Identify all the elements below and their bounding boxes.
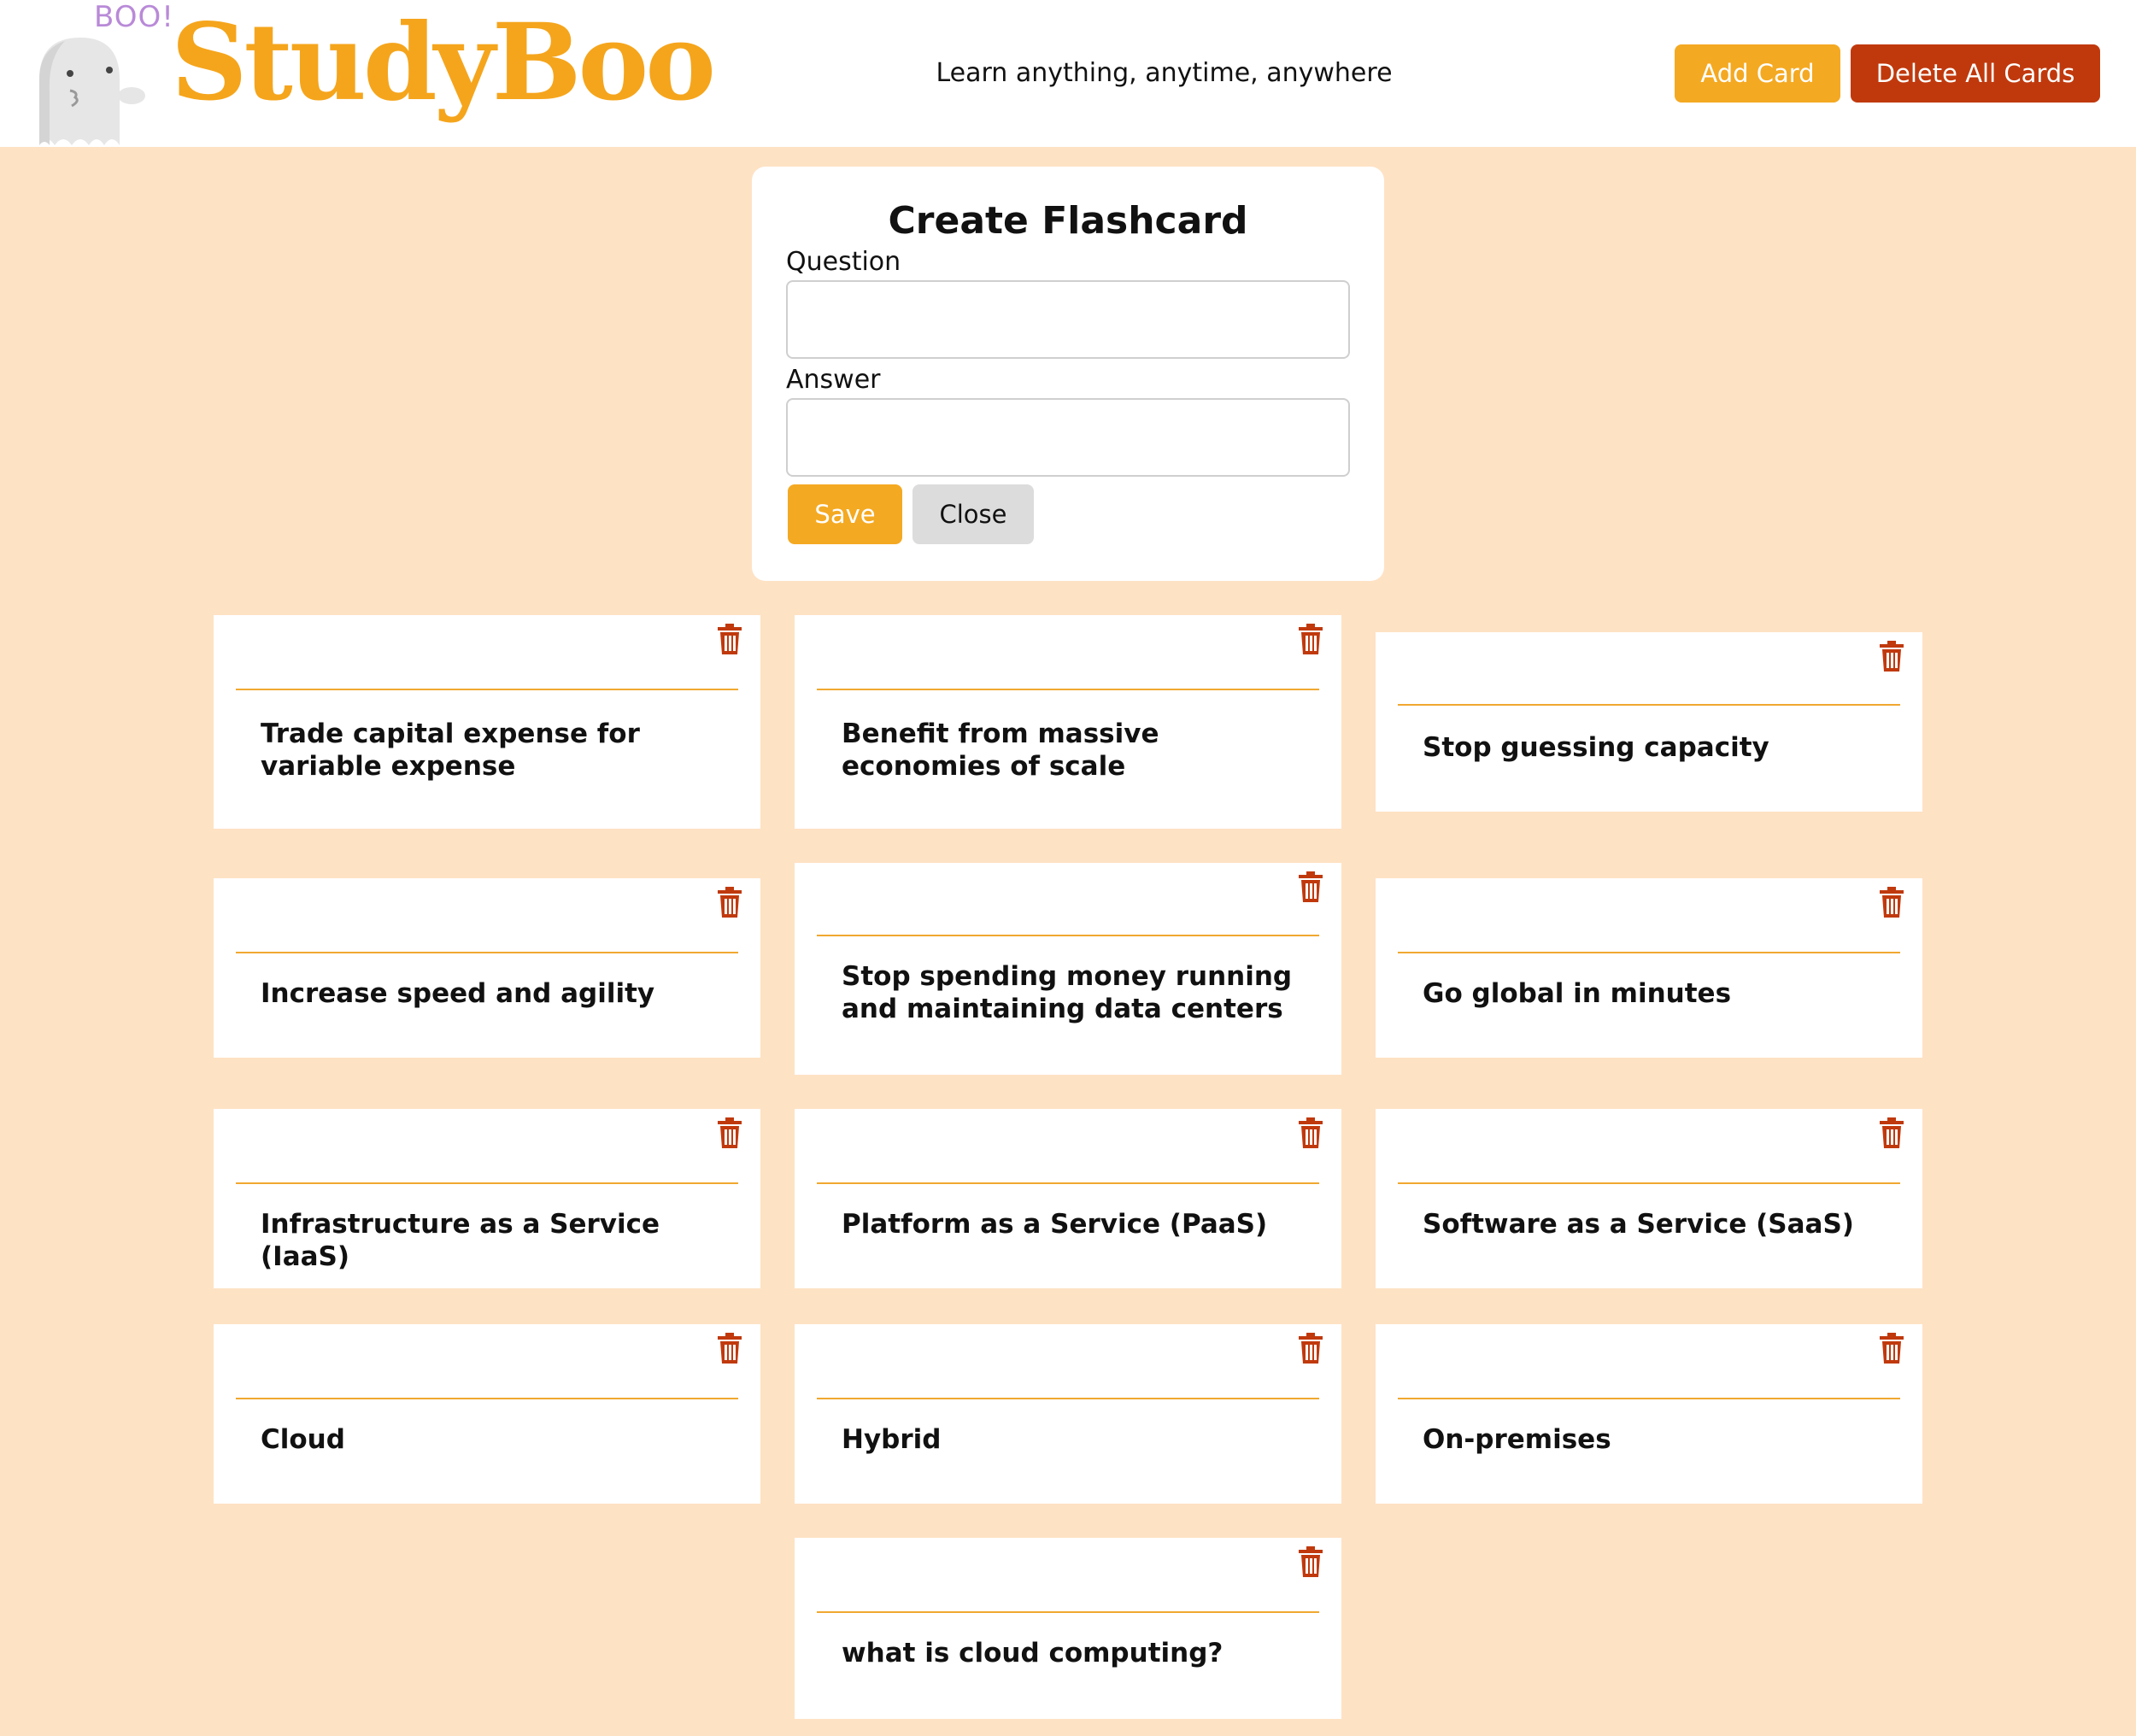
card-divider [817, 1182, 1319, 1184]
trash-icon[interactable] [1297, 624, 1324, 654]
card-divider [817, 689, 1319, 690]
trash-icon[interactable] [1297, 1333, 1324, 1364]
trash-icon[interactable] [1878, 887, 1905, 918]
flashcard[interactable]: Stop guessing capacity [1376, 632, 1922, 812]
trash-icon[interactable] [1297, 1546, 1324, 1577]
close-button[interactable]: Close [912, 484, 1034, 544]
flashcard-answer: Go global in minutes [1423, 978, 1732, 1009]
flashcard-answer: Increase speed and agility [261, 978, 655, 1009]
trash-icon[interactable] [716, 1117, 743, 1148]
trash-icon[interactable] [716, 887, 743, 918]
flashcard[interactable]: On-premises [1376, 1324, 1922, 1504]
card-divider [236, 1398, 738, 1399]
flashcard-answer: Cloud [261, 1424, 345, 1455]
app-header: BOO! StudyBoo Learn anything, anytime, a… [0, 0, 2136, 147]
flashcard-answer: Benefit from massive economies of scale [842, 718, 1159, 782]
flashcard-answer: Stop spending money running and maintain… [842, 961, 1293, 1024]
flashcard[interactable]: Cloud [214, 1324, 760, 1504]
card-divider [817, 935, 1319, 936]
card-divider [236, 952, 738, 953]
flashcard-answer: Hybrid [842, 1424, 942, 1455]
card-divider [1398, 952, 1900, 953]
card-divider [236, 1182, 738, 1184]
delete-all-cards-button[interactable]: Delete All Cards [1851, 44, 2100, 103]
flashcard-answer: Platform as a Service (PaaS) [842, 1209, 1268, 1240]
flashcard-answer: Infrastructure as a Service (IaaS) [261, 1209, 660, 1272]
trash-icon[interactable] [1297, 871, 1324, 902]
flashcard-answer: what is cloud computing? [842, 1638, 1224, 1669]
create-flashcard-modal: Create Flashcard Question Answer Save Cl… [752, 167, 1384, 581]
flashcard[interactable]: Trade capital expense for variable expen… [214, 615, 760, 829]
trash-icon[interactable] [1297, 1117, 1324, 1148]
flashcard[interactable]: what is cloud computing? [795, 1538, 1341, 1719]
save-button[interactable]: Save [788, 484, 902, 544]
trash-icon[interactable] [716, 624, 743, 654]
card-divider [1398, 1182, 1900, 1184]
ghost-icon [39, 38, 145, 145]
flashcard[interactable]: Hybrid [795, 1324, 1341, 1504]
trash-icon[interactable] [716, 1333, 743, 1364]
trash-icon[interactable] [1878, 641, 1905, 672]
card-divider [236, 689, 738, 690]
flashcard[interactable]: Infrastructure as a Service (IaaS) [214, 1109, 760, 1288]
flashcard-answer: Stop guessing capacity [1423, 732, 1769, 763]
flashcard[interactable]: Go global in minutes [1376, 878, 1922, 1058]
question-input[interactable] [786, 280, 1350, 359]
trash-icon[interactable] [1878, 1117, 1905, 1148]
flashcard-answer: Software as a Service (SaaS) [1423, 1209, 1854, 1240]
flashcard[interactable]: Platform as a Service (PaaS) [795, 1109, 1341, 1288]
question-label: Question [786, 247, 901, 277]
boo-label: BOO! [94, 0, 174, 34]
card-divider [817, 1611, 1319, 1613]
flashcard[interactable]: Increase speed and agility [214, 878, 760, 1058]
flashcard[interactable]: Software as a Service (SaaS) [1376, 1109, 1922, 1288]
flashcard-answer: Trade capital expense for variable expen… [261, 718, 640, 782]
trash-icon[interactable] [1878, 1333, 1905, 1364]
card-divider [817, 1398, 1319, 1399]
card-divider [1398, 1398, 1900, 1399]
flashcard[interactable]: Benefit from massive economies of scale [795, 615, 1341, 829]
add-card-button[interactable]: Add Card [1675, 44, 1840, 103]
answer-label: Answer [786, 365, 881, 395]
modal-title: Create Flashcard [888, 199, 1248, 243]
flashcard[interactable]: Stop spending money running and maintain… [795, 863, 1341, 1075]
flashcard-answer: On-premises [1423, 1424, 1611, 1455]
card-divider [1398, 704, 1900, 706]
answer-input[interactable] [786, 398, 1350, 477]
